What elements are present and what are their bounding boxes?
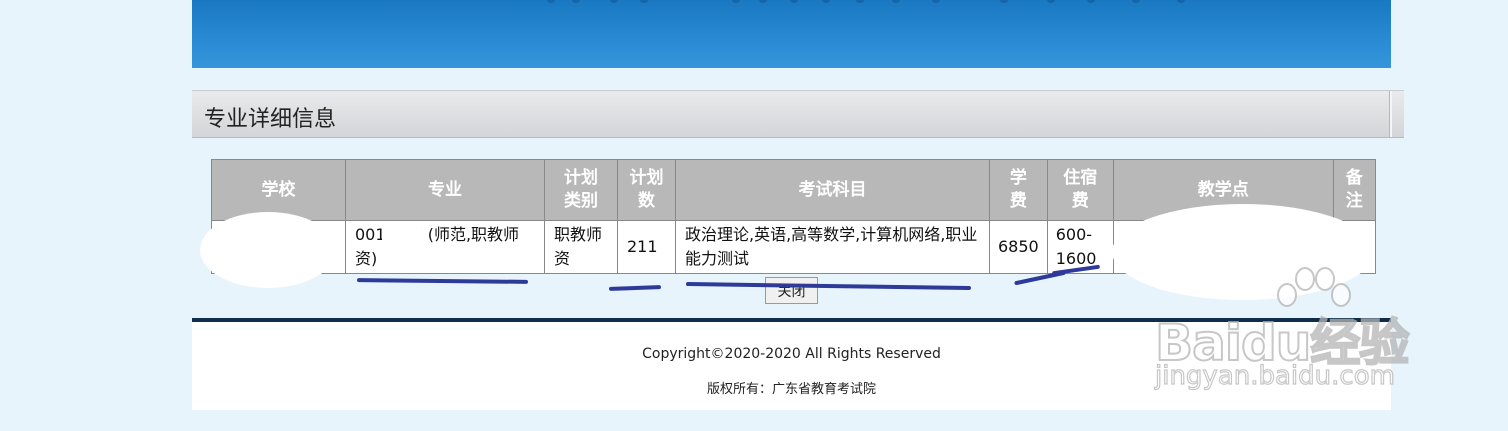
cell-accommodation: 600-1600 [1046,220,1114,274]
section-header-bar: 专业详细信息 [192,90,1404,138]
section-title: 专业详细信息 [204,107,337,132]
section-bar-edge [1389,91,1392,137]
cell-plan-type: 职教师资 [544,220,618,274]
annotation-underline-subjects [685,282,972,290]
header-plan-count: 计划数 [617,159,676,221]
header-exam-subjects: 考试科目 [675,159,990,221]
header-notes: 备注 [1332,159,1376,221]
cell-exam-subjects: 政治理论,英语,高等数学,计算机网络,职业能力测试 [675,220,990,274]
header-accommodation: 住宿费 [1046,159,1114,221]
header-tuition: 学费 [989,159,1048,221]
cell-tuition: 6850 [989,220,1048,274]
header-major: 专业 [345,159,545,221]
cell-plan-count: 211 [617,220,676,274]
watermark-url: jingyan.baidu.com [1154,360,1395,391]
header-school: 学校 [211,159,346,221]
redaction-blob-major [382,222,424,252]
banner-decoration [192,0,1391,4]
annotation-underline-major [356,278,529,284]
baidu-jingyan-watermark: Baidu经验 jingyan.baidu.com [1154,265,1455,405]
close-button[interactable]: 关闭 [765,277,818,304]
redaction-blob-school [200,212,336,288]
cell-major: 001 工程 (师范,职教师资) [345,220,545,274]
annotation-underline-count [608,285,662,291]
top-banner [192,0,1391,68]
header-plan-type: 计划类别 [544,159,618,221]
